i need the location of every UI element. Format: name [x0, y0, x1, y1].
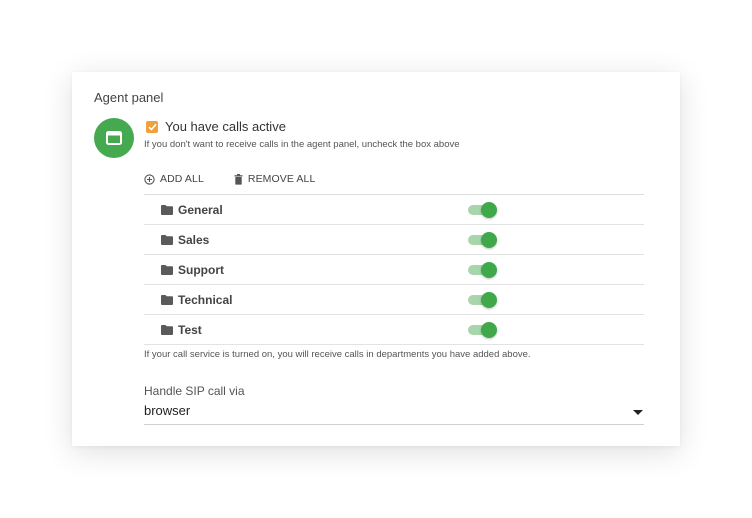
panel-title: Agent panel	[94, 90, 164, 105]
calls-active-checkbox[interactable]	[146, 120, 158, 133]
sip-label: Handle SIP call via	[144, 384, 245, 398]
department-row-support: Support	[144, 255, 644, 285]
remove-all-label: REMOVE ALL	[247, 173, 316, 185]
toggle-thumb	[481, 262, 497, 278]
toggle-thumb	[481, 292, 497, 308]
department-name: Support	[178, 263, 224, 277]
department-actions: ADD ALL REMOVE ALL	[144, 173, 315, 185]
department-row-general: General	[144, 195, 644, 225]
department-name: Sales	[178, 233, 210, 247]
folder-icon	[161, 205, 173, 215]
department-name: Test	[178, 323, 202, 337]
department-row-test: Test	[144, 315, 644, 345]
add-all-label: ADD ALL	[160, 173, 204, 185]
calls-active-hint: If you don't want to receive calls in th…	[144, 139, 460, 150]
department-toggle-technical[interactable]	[468, 291, 498, 309]
department-name: General	[178, 203, 223, 217]
folder-icon	[161, 295, 173, 305]
folder-icon	[161, 265, 173, 275]
toggle-thumb	[481, 202, 497, 218]
calls-active-row[interactable]: You have calls active	[146, 119, 286, 134]
department-list: General Sales Support Technical Test	[144, 194, 644, 345]
department-toggle-general[interactable]	[468, 201, 498, 219]
remove-all-button[interactable]: REMOVE ALL	[234, 173, 316, 185]
page-background: Agent panel You have calls active If you…	[0, 0, 752, 518]
add-all-button[interactable]: ADD ALL	[144, 173, 204, 185]
sip-method-select[interactable]: browser	[144, 402, 644, 425]
department-toggle-test[interactable]	[468, 321, 498, 339]
department-name: Technical	[178, 293, 233, 307]
trash-icon	[234, 173, 243, 185]
agent-panel-card: Agent panel You have calls active If you…	[72, 72, 680, 446]
department-toggle-sales[interactable]	[468, 231, 498, 249]
browser-window-icon	[106, 131, 122, 145]
department-row-technical: Technical	[144, 285, 644, 315]
calls-active-label: You have calls active	[165, 119, 286, 134]
toggle-thumb	[481, 322, 497, 338]
department-toggle-support[interactable]	[468, 261, 498, 279]
departments-footnote: If your call service is turned on, you w…	[144, 349, 531, 360]
add-circle-icon	[144, 173, 155, 185]
folder-icon	[161, 325, 173, 335]
folder-icon	[161, 235, 173, 245]
sip-selected-value: browser	[144, 403, 191, 418]
toggle-thumb	[481, 232, 497, 248]
agent-avatar	[94, 118, 134, 158]
check-icon	[147, 123, 157, 131]
department-row-sales: Sales	[144, 225, 644, 255]
dropdown-caret-icon	[633, 410, 643, 415]
